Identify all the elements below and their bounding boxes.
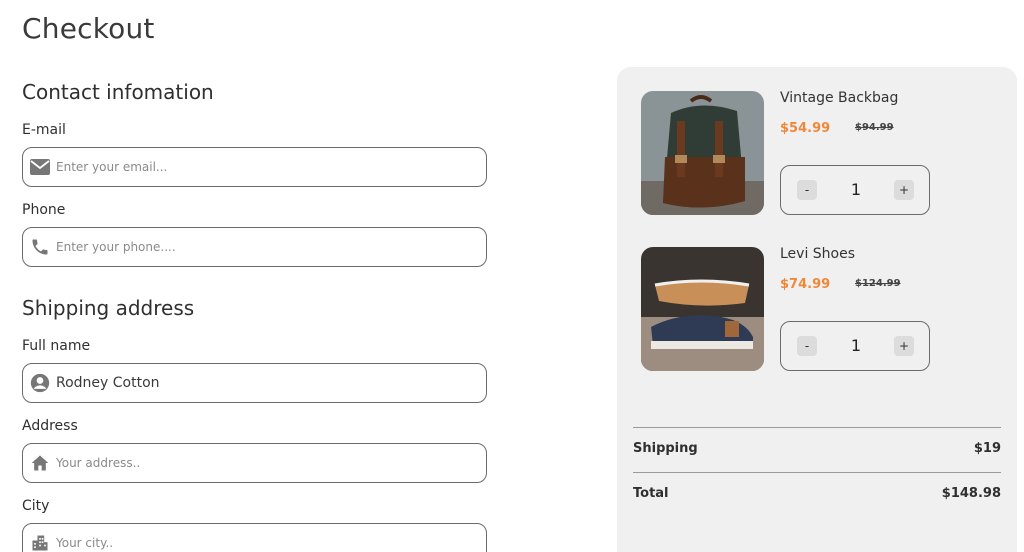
product-price: $74.99 (780, 277, 831, 292)
product-name: Vintage Backbag (780, 90, 899, 106)
phone-field-wrapper[interactable] (22, 227, 487, 267)
summary-divider (633, 427, 1001, 428)
product-name: Levi Shoes (780, 246, 856, 262)
full-name-input[interactable] (56, 375, 476, 391)
phone-icon (29, 236, 51, 258)
mail-icon (29, 156, 51, 178)
quantity-stepper: - 1 + (780, 321, 930, 371)
city-label: City (22, 498, 50, 514)
address-label: Address (22, 418, 78, 434)
email-label: E-mail (22, 122, 66, 138)
phone-label: Phone (22, 202, 66, 218)
user-icon (29, 372, 51, 394)
address-field-wrapper[interactable] (22, 443, 487, 483)
city-input[interactable] (56, 536, 476, 550)
shipping-cost-label: Shipping (633, 441, 698, 456)
shipping-cost-value: $19 (973, 441, 1001, 456)
shoes-photo (641, 247, 764, 371)
city-field-wrapper[interactable] (22, 523, 487, 552)
page-title: Checkout (22, 12, 155, 45)
full-name-field-wrapper[interactable] (22, 363, 487, 403)
increase-quantity-button[interactable]: + (894, 180, 914, 200)
address-input[interactable] (56, 456, 476, 470)
full-name-label: Full name (22, 338, 91, 354)
summary-divider (633, 472, 1001, 473)
home-icon (29, 452, 51, 474)
quantity-stepper: - 1 + (780, 165, 930, 215)
city-icon (29, 532, 51, 552)
contact-heading: Contact infomation (22, 80, 214, 104)
increase-quantity-button[interactable]: + (894, 336, 914, 356)
shipping-heading: Shipping address (22, 296, 195, 320)
total-label: Total (633, 486, 669, 501)
email-field-wrapper[interactable] (22, 147, 487, 187)
checkout-page: Checkout Contact infomation E-mail Phone… (0, 0, 1024, 552)
product-old-price: $94.99 (855, 122, 894, 133)
total-value: $148.98 (941, 486, 1001, 501)
product-old-price: $124.99 (855, 278, 901, 289)
phone-input[interactable] (56, 240, 476, 254)
product-price: $54.99 (780, 121, 831, 136)
backpack-photo (641, 91, 764, 215)
email-input[interactable] (56, 160, 476, 174)
